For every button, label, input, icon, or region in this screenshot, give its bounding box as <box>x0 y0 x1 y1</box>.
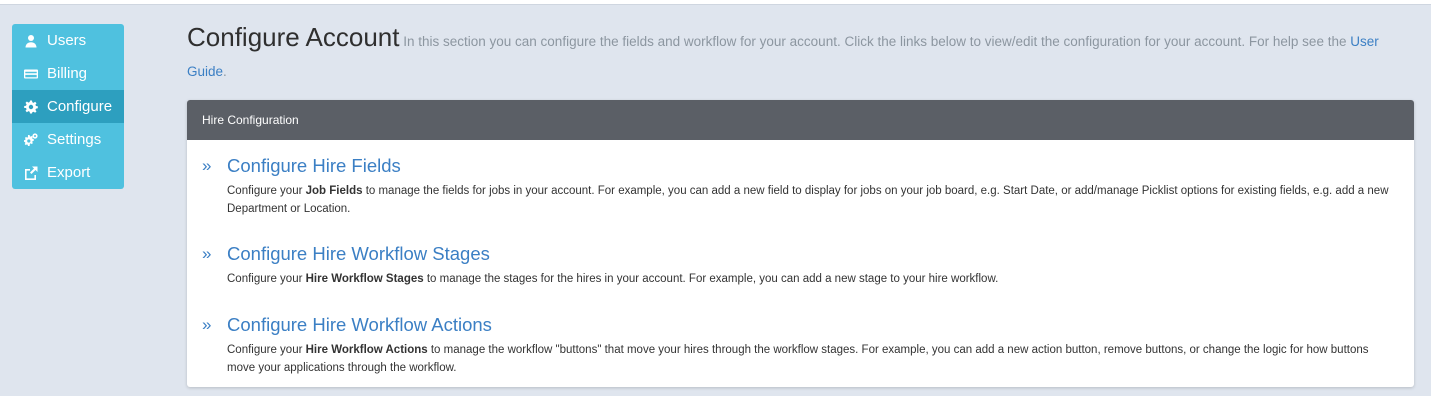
sidebar-item-label: Configure <box>47 98 113 115</box>
configure-hire-fields-link[interactable]: Configure Hire Fields <box>227 153 401 179</box>
page-title: Configure Account <box>187 22 400 52</box>
hire-configuration-panel: Hire Configuration » Configure Hire Fiel… <box>187 100 1414 387</box>
sidebar-nav: Users Billing Configure Settings Export <box>12 24 124 189</box>
sidebar-item-label: Settings <box>47 131 102 148</box>
panel-heading: Hire Configuration <box>187 100 1414 140</box>
chevron-right-icon: » <box>202 156 212 175</box>
sidebar-item-configure[interactable]: Configure <box>12 90 124 123</box>
configure-workflow-actions-link[interactable]: Configure Hire Workflow Actions <box>227 312 492 338</box>
section-description: Configure your Hire Workflow Actions to … <box>227 344 1369 374</box>
sidebar-item-label: Export <box>47 164 91 181</box>
export-icon <box>24 166 38 180</box>
user-icon <box>24 34 38 48</box>
section-description: Configure your Job Fields to manage the … <box>227 185 1389 215</box>
chevron-right-icon: » <box>202 315 212 334</box>
chevron-right-icon: » <box>202 244 212 263</box>
gear-icon <box>24 100 38 114</box>
gears-icon <box>24 132 38 147</box>
configure-workflow-stages-link[interactable]: Configure Hire Workflow Stages <box>227 241 490 267</box>
sidebar-item-label: Billing <box>47 65 88 82</box>
sidebar-item-users[interactable]: Users <box>12 24 124 57</box>
sidebar-item-billing[interactable]: Billing <box>12 57 124 90</box>
sidebar-item-label: Users <box>47 32 87 49</box>
sidebar-item-settings[interactable]: Settings <box>12 123 124 156</box>
credit-card-icon <box>24 67 38 81</box>
description-period: . <box>223 64 227 79</box>
sidebar-item-export[interactable]: Export <box>12 156 124 189</box>
top-border <box>0 0 1431 5</box>
page-header: Configure Account In this section you ca… <box>187 22 1412 87</box>
section-description: Configure your Hire Workflow Stages to m… <box>227 273 999 285</box>
description-text: In this section you can configure the fi… <box>399 34 1351 49</box>
